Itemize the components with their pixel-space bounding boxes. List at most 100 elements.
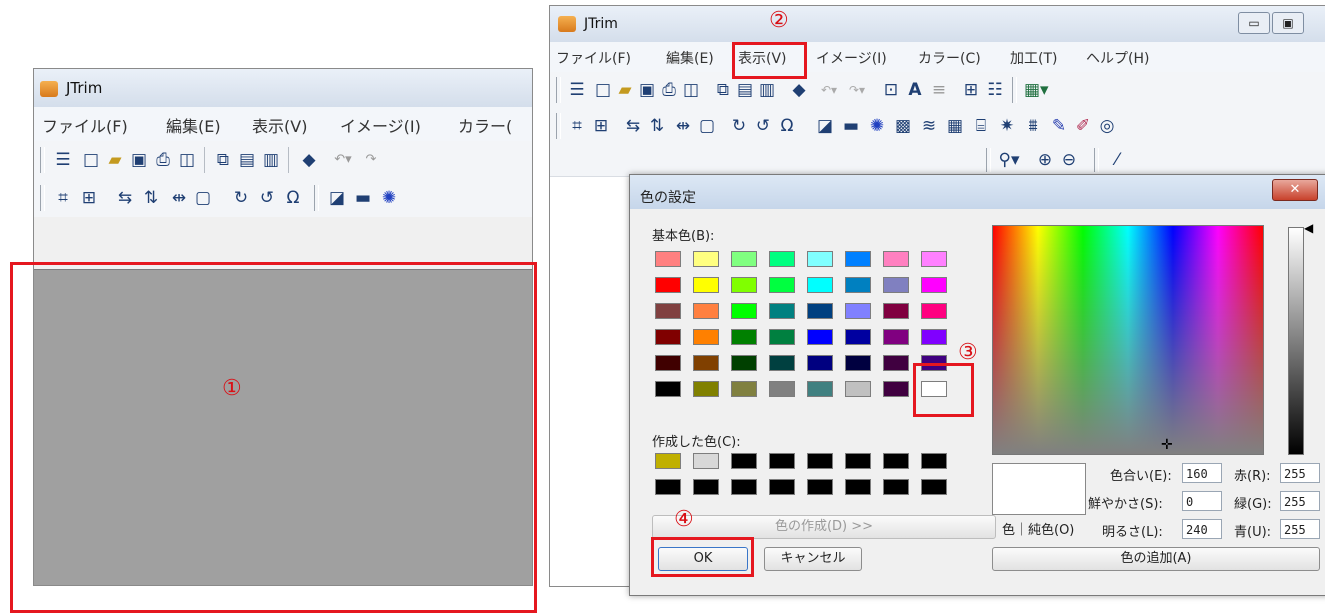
print-icon[interactable]: ⎙ (152, 149, 174, 171)
basic-color-swatch[interactable] (883, 329, 909, 345)
rotate-90-icon[interactable]: ↺ (752, 115, 774, 137)
custom-color-swatch[interactable] (807, 453, 833, 469)
custom-color-swatch[interactable] (655, 479, 681, 495)
open-icon[interactable]: ▰ (614, 79, 636, 101)
preview-icon[interactable]: ◫ (680, 79, 702, 101)
shift-icon[interactable]: ⇹ (672, 115, 694, 137)
menu-file[interactable]: ファイル(F) (42, 113, 128, 137)
menu-color[interactable]: カラー(C) (918, 48, 981, 68)
redo-icon[interactable]: ↷▾ (846, 79, 868, 101)
copy-icon[interactable]: ⧉ (212, 149, 234, 171)
resize-icon[interactable]: ⊞ (78, 187, 100, 209)
basic-color-swatch[interactable] (655, 355, 681, 371)
basic-color-swatch[interactable] (845, 329, 871, 345)
basic-color-swatch[interactable] (731, 329, 757, 345)
print-icon[interactable]: ⎙ (658, 79, 680, 101)
grid-icon[interactable]: ⊞ (960, 79, 982, 101)
basic-color-swatch[interactable] (807, 303, 833, 319)
basic-color-swatch[interactable] (655, 329, 681, 345)
list-icon[interactable]: ☷ (984, 79, 1006, 101)
basic-color-swatch[interactable] (693, 355, 719, 371)
custom-color-swatch[interactable] (769, 479, 795, 495)
define-custom-colors-button[interactable]: 色の作成(D) >> (652, 515, 996, 539)
fit-icon[interactable]: ⊡ (880, 79, 902, 101)
paste-icon[interactable]: ▤ (236, 149, 258, 171)
crop-icon[interactable]: ⌗ (566, 115, 588, 137)
menu-image[interactable]: イメージ(I) (816, 48, 887, 68)
custom-color-swatch[interactable] (921, 479, 947, 495)
filter-icon[interactable]: ⩩ (1022, 115, 1044, 137)
basic-color-swatch[interactable] (655, 381, 681, 397)
flip-v-icon[interactable]: ⇅ (140, 187, 162, 209)
spiral-icon[interactable]: ◎ (1096, 115, 1118, 137)
zoom-in-icon[interactable]: ⊕ (1034, 149, 1056, 171)
lum-field[interactable]: 240 (1182, 519, 1222, 539)
flip-v-icon[interactable]: ⇅ (646, 115, 668, 137)
red-field[interactable]: 255 (1280, 463, 1320, 483)
custom-color-swatch[interactable] (845, 453, 871, 469)
basic-color-swatch[interactable] (693, 251, 719, 267)
rotate-90-icon[interactable]: ↺ (256, 187, 278, 209)
shade-icon[interactable]: ◪ (814, 115, 836, 137)
basic-color-swatch[interactable] (655, 251, 681, 267)
flash-icon[interactable]: ✺ (378, 187, 400, 209)
sat-field[interactable]: 0 (1182, 491, 1222, 511)
basic-color-swatch[interactable] (845, 303, 871, 319)
rotate90-icon[interactable]: ↻ (728, 115, 750, 137)
new-icon[interactable]: □ (80, 149, 102, 171)
basic-color-swatch[interactable] (731, 303, 757, 319)
rotate-free-icon[interactable]: Ω (282, 187, 304, 209)
basic-color-swatch[interactable] (807, 277, 833, 293)
custom-color-swatch[interactable] (883, 479, 909, 495)
basic-color-swatch[interactable] (655, 277, 681, 293)
blue-field[interactable]: 255 (1280, 519, 1320, 539)
custom-color-swatch[interactable] (921, 453, 947, 469)
properties-icon[interactable]: ☰ (52, 149, 74, 171)
basic-color-swatch[interactable] (845, 355, 871, 371)
tile-icon[interactable]: ▦ (944, 115, 966, 137)
basic-color-swatch[interactable] (769, 251, 795, 267)
wave-icon[interactable]: ≋ (918, 115, 940, 137)
undo-icon[interactable]: ↶▾ (818, 79, 840, 101)
menu-process[interactable]: 加工(T) (1010, 48, 1057, 68)
custom-color-swatch[interactable] (807, 479, 833, 495)
menu-view[interactable]: 表示(V) (252, 113, 307, 137)
flip-h-icon[interactable]: ⇆ (114, 187, 136, 209)
grey-icon[interactable]: ▬ (352, 187, 374, 209)
basic-color-swatch[interactable] (807, 355, 833, 371)
basic-color-swatch[interactable] (769, 355, 795, 371)
paste-icon[interactable]: ▤ (734, 79, 756, 101)
custom-color-swatch[interactable] (769, 453, 795, 469)
menu-help[interactable]: ヘルプ(H) (1086, 48, 1149, 68)
basic-color-swatch[interactable] (769, 277, 795, 293)
flash-icon[interactable]: ✺ (866, 115, 888, 137)
green-field[interactable]: 255 (1280, 491, 1320, 511)
undo-icon[interactable]: ↶▾ (332, 149, 354, 171)
basic-color-swatch[interactable] (693, 381, 719, 397)
menu-color[interactable]: カラー( (458, 113, 512, 137)
paste-new-icon[interactable]: ▥ (756, 79, 778, 101)
color-spectrum[interactable] (992, 225, 1264, 455)
basic-color-swatch[interactable] (693, 329, 719, 345)
align-icon[interactable]: ≡ (928, 79, 950, 101)
crop-icon[interactable]: ⌗ (52, 187, 74, 209)
paste-new-icon[interactable]: ▥ (260, 149, 282, 171)
custom-color-swatch[interactable] (731, 479, 757, 495)
basic-color-swatch[interactable] (883, 251, 909, 267)
minimize-button[interactable]: ▭ (1238, 12, 1270, 34)
basic-color-swatch[interactable] (731, 381, 757, 397)
custom-color-swatch[interactable] (693, 479, 719, 495)
cancel-button[interactable]: キャンセル (764, 547, 862, 571)
custom-color-swatch[interactable] (655, 453, 681, 469)
properties-icon[interactable]: ☰ (566, 79, 588, 101)
menu-file[interactable]: ファイル(F) (556, 48, 631, 68)
add-to-custom-button[interactable]: 色の追加(A) (992, 547, 1320, 571)
zoom-menu-icon[interactable]: ⚲▾ (998, 149, 1020, 171)
maximize-button[interactable]: ▣ (1272, 12, 1304, 34)
pattern-icon[interactable]: ⌸ (970, 115, 992, 137)
basic-color-swatch[interactable] (731, 277, 757, 293)
luminance-slider[interactable] (1288, 227, 1304, 455)
preview-icon[interactable]: ◫ (176, 149, 198, 171)
basic-color-swatch[interactable] (921, 251, 947, 267)
shift-icon[interactable]: ⇹ (168, 187, 190, 209)
